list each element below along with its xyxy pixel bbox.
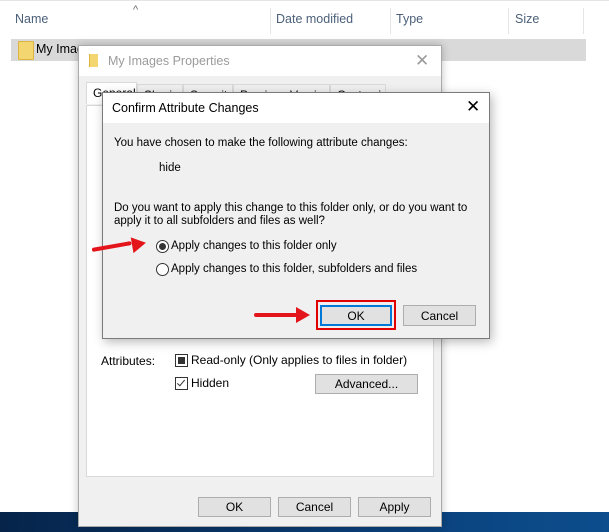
ok-highlight-box bbox=[316, 300, 396, 330]
properties-title: My Images Properties bbox=[108, 54, 230, 68]
folder-only-radio[interactable] bbox=[156, 240, 169, 253]
question-text-line2: apply it to all subfolders and files as … bbox=[114, 215, 325, 227]
annotation-arrow-head bbox=[296, 307, 310, 323]
file-name[interactable]: My Imag bbox=[36, 42, 84, 56]
hidden-label[interactable]: Hidden bbox=[191, 376, 229, 390]
properties-cancel-button[interactable]: Cancel bbox=[278, 497, 351, 517]
readonly-label[interactable]: Read-only (Only applies to files in fold… bbox=[191, 353, 407, 367]
attributes-label: Attributes: bbox=[101, 354, 156, 368]
close-icon[interactable]: ✕ bbox=[415, 51, 429, 71]
column-header-size[interactable]: Size bbox=[515, 0, 539, 38]
sort-ascending-icon[interactable]: ^ bbox=[133, 4, 138, 16]
confirm-attribute-changes-dialog: Confirm Attribute Changes ✕ You have cho… bbox=[102, 92, 490, 339]
question-text-line1: Do you want to apply this change to this… bbox=[114, 202, 468, 214]
apply-button[interactable]: Apply bbox=[358, 497, 431, 517]
column-separator[interactable] bbox=[390, 8, 391, 34]
hidden-checkbox[interactable] bbox=[175, 377, 188, 390]
folder-icon bbox=[18, 41, 34, 60]
folder-subfolders-files-radio[interactable] bbox=[156, 263, 169, 276]
intro-text: You have chosen to make the following at… bbox=[114, 137, 408, 149]
folder-only-label[interactable]: Apply changes to this folder only bbox=[171, 240, 337, 252]
column-separator[interactable] bbox=[270, 8, 271, 34]
column-header-type[interactable]: Type bbox=[396, 0, 423, 38]
column-separator[interactable] bbox=[508, 8, 509, 34]
confirm-titlebar[interactable]: Confirm Attribute Changes ✕ bbox=[103, 93, 489, 123]
folder-icon bbox=[89, 54, 98, 67]
readonly-checkbox[interactable] bbox=[175, 354, 188, 367]
properties-ok-button[interactable]: OK bbox=[198, 497, 271, 517]
column-header-date-modified[interactable]: Date modified bbox=[276, 0, 353, 38]
folder-subfolders-files-label[interactable]: Apply changes to this folder, subfolders… bbox=[171, 263, 417, 275]
column-header-name[interactable]: Name bbox=[15, 0, 48, 38]
column-separator[interactable] bbox=[583, 8, 584, 34]
annotation-arrow-head bbox=[130, 234, 148, 254]
attribute-change-value: hide bbox=[159, 162, 181, 174]
confirm-cancel-button[interactable]: Cancel bbox=[403, 305, 476, 326]
annotation-arrow-shaft bbox=[254, 313, 298, 317]
advanced-button[interactable]: Advanced... bbox=[315, 374, 418, 394]
close-icon[interactable]: ✕ bbox=[466, 97, 480, 117]
properties-titlebar[interactable]: My Images Properties ✕ bbox=[79, 46, 441, 76]
confirm-title: Confirm Attribute Changes bbox=[112, 101, 259, 115]
